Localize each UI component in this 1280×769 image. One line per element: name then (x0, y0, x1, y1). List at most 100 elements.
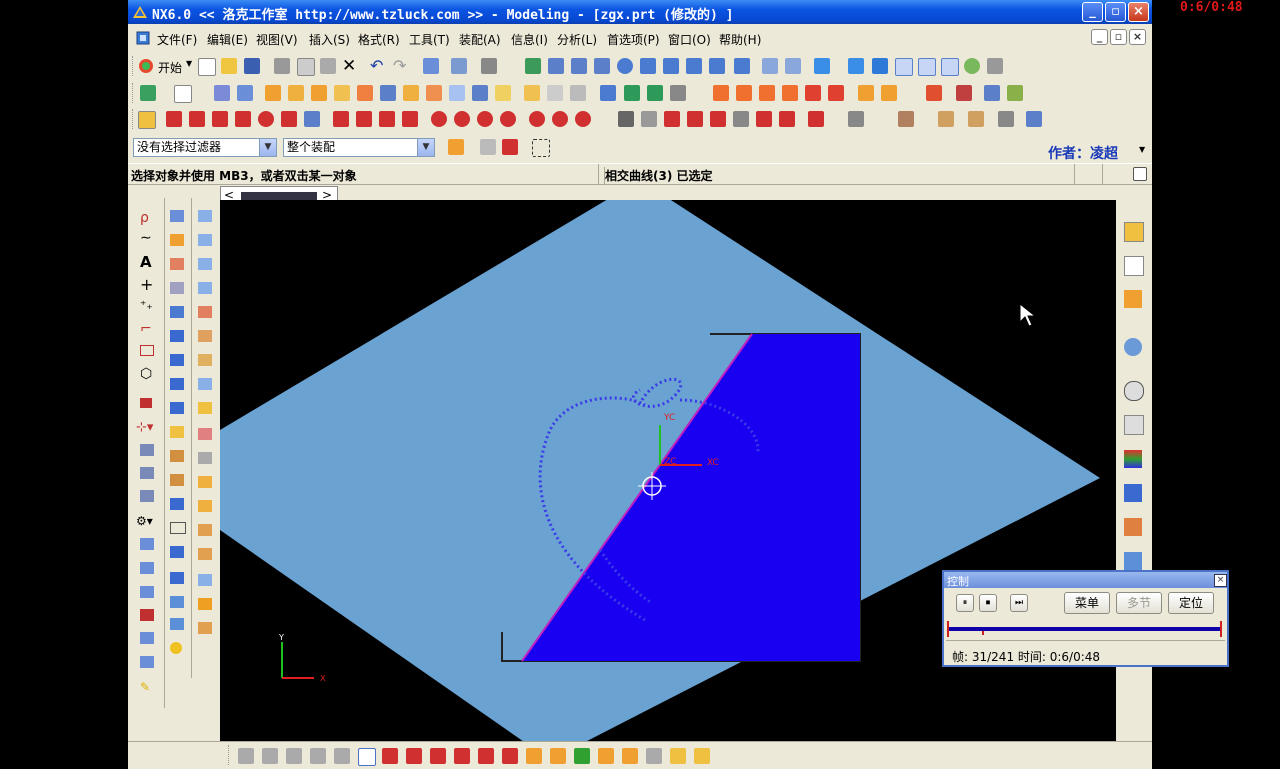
motion-icon[interactable] (1007, 85, 1023, 101)
pattern-icon[interactable] (524, 85, 540, 101)
unsuppress-icon[interactable] (805, 85, 821, 101)
ellipse-icon[interactable] (529, 111, 545, 127)
explode-tool-icon[interactable] (140, 609, 154, 621)
curve-length-icon[interactable] (848, 111, 864, 127)
shaded-edges-icon[interactable] (872, 58, 888, 74)
author-dropdown-icon[interactable]: ▼ (1139, 145, 1145, 154)
corner-tool-icon[interactable]: ⌐ (140, 321, 152, 337)
mirror-tool-icon[interactable] (140, 444, 154, 456)
sphere-tool-icon[interactable] (170, 282, 184, 294)
menu-help[interactable]: 帮助(H) (719, 31, 761, 48)
selection-icon[interactable] (423, 58, 439, 74)
component-tool-icon[interactable] (140, 562, 154, 574)
snap-control-icon[interactable] (430, 748, 446, 764)
snap-pole-icon[interactable] (598, 748, 614, 764)
shell-tool-icon[interactable] (170, 402, 184, 414)
menu-insert[interactable]: 插入(S) (309, 31, 350, 48)
undo-icon[interactable]: ↶ (370, 56, 383, 75)
start-dropdown-icon[interactable]: ▼ (186, 59, 192, 68)
static-wire-icon[interactable] (941, 58, 959, 76)
surf5-tool-icon[interactable] (198, 306, 212, 318)
boolean-tool-icon[interactable] (170, 330, 184, 342)
move-tool-icon[interactable] (140, 632, 154, 644)
sketch-icon[interactable] (174, 85, 192, 103)
render-style-icon[interactable] (814, 58, 830, 74)
layer-icon[interactable] (238, 748, 254, 764)
offset-icon[interactable] (570, 85, 586, 101)
history-icon[interactable] (1124, 381, 1144, 401)
doc-close-button[interactable]: × (1129, 29, 1146, 45)
replay-icon[interactable] (858, 85, 874, 101)
menu-info[interactable]: 信息(I) (511, 31, 548, 48)
chamfer-icon[interactable] (449, 85, 465, 101)
point-set-icon[interactable] (454, 111, 470, 127)
menu-format[interactable]: 格式(R) (358, 31, 400, 48)
surf10-tool-icon[interactable] (198, 428, 212, 440)
drag-tool-icon[interactable] (140, 656, 154, 668)
sheet-tool-icon[interactable] (170, 522, 186, 534)
offset-curve-icon[interactable] (333, 111, 349, 127)
mate-tool-icon[interactable] (140, 586, 154, 598)
subtract-icon[interactable] (647, 85, 663, 101)
reorder-icon[interactable] (759, 85, 775, 101)
snap-bounded-icon[interactable] (622, 748, 638, 764)
doc-restore-button[interactable]: ▫ (1110, 29, 1127, 45)
maximize-button[interactable]: ▫ (1105, 2, 1126, 22)
bridge-curve-icon[interactable] (356, 111, 372, 127)
surf17-tool-icon[interactable] (198, 598, 212, 610)
copy-icon[interactable] (297, 58, 315, 76)
combine-curve-icon[interactable] (641, 111, 657, 127)
snap-clear-icon[interactable] (646, 748, 662, 764)
surf8-tool-icon[interactable] (198, 378, 212, 390)
timeline-playhead[interactable] (981, 631, 984, 635)
pencil-tool-icon[interactable]: ✎ (140, 680, 150, 694)
surf7-tool-icon[interactable] (198, 354, 212, 366)
curve-analysis-icon[interactable] (956, 85, 972, 101)
start-button[interactable]: 开始 (158, 59, 182, 76)
palette-icon[interactable] (1124, 450, 1142, 468)
doc-minimize-button[interactable]: _ (1091, 29, 1108, 45)
sew-icon[interactable] (1026, 111, 1042, 127)
filter-select[interactable]: 没有选择过滤器 ▼ (133, 138, 277, 157)
tube-tool-icon[interactable] (170, 306, 184, 318)
section-curve-icon[interactable] (756, 111, 772, 127)
dimension-tool-icon[interactable]: ⁺₊ (140, 298, 153, 312)
through-curves-icon[interactable] (938, 111, 954, 127)
spline-icon[interactable] (212, 111, 228, 127)
rect-tool-icon[interactable] (140, 345, 154, 356)
snap-on-curve-icon[interactable] (550, 748, 566, 764)
trim-tool-icon[interactable]: ⊹▾ (136, 420, 153, 435)
step-button[interactable]: ⏭ (1010, 594, 1028, 612)
zoom-in-icon[interactable] (617, 58, 633, 74)
system-scene-icon[interactable] (1124, 552, 1142, 570)
dialog-header[interactable]: 控制 × (944, 572, 1227, 588)
measure-angle-icon[interactable] (694, 748, 710, 764)
helix-icon[interactable] (664, 111, 680, 127)
text-curve-icon[interactable] (687, 111, 703, 127)
redo-icon[interactable]: ↷ (393, 56, 406, 75)
pan-icon[interactable] (663, 58, 679, 74)
hidden-wire-icon[interactable] (918, 58, 936, 76)
parabola-icon[interactable] (552, 111, 568, 127)
wcs-icon[interactable] (785, 58, 801, 74)
sweep-icon[interactable] (968, 111, 984, 127)
fillet-tool-icon[interactable] (140, 398, 152, 408)
pause-button[interactable]: ⏸ (956, 594, 974, 612)
fit-icon[interactable] (548, 58, 564, 74)
locate-button[interactable]: 定位 (1168, 592, 1214, 614)
project-tool-icon[interactable] (140, 490, 154, 502)
patch-tool-icon[interactable] (170, 546, 184, 558)
rectangle-select-icon[interactable] (532, 139, 550, 157)
snap-existing-icon[interactable] (526, 748, 542, 764)
face-analysis-icon[interactable] (987, 58, 1003, 74)
assembly-navigator-icon[interactable] (1124, 222, 1144, 242)
assemble-tool-icon[interactable] (140, 538, 154, 550)
surf6-tool-icon[interactable] (198, 330, 212, 342)
restore-icon[interactable] (709, 58, 725, 74)
delete-icon[interactable]: ✕ (342, 56, 356, 76)
surf9-tool-icon[interactable] (198, 402, 212, 414)
box-tool-icon[interactable] (170, 572, 184, 584)
sphere2-tool-icon[interactable] (170, 642, 182, 654)
wireframe-icon[interactable] (895, 58, 913, 76)
mesh-icon[interactable] (998, 111, 1014, 127)
